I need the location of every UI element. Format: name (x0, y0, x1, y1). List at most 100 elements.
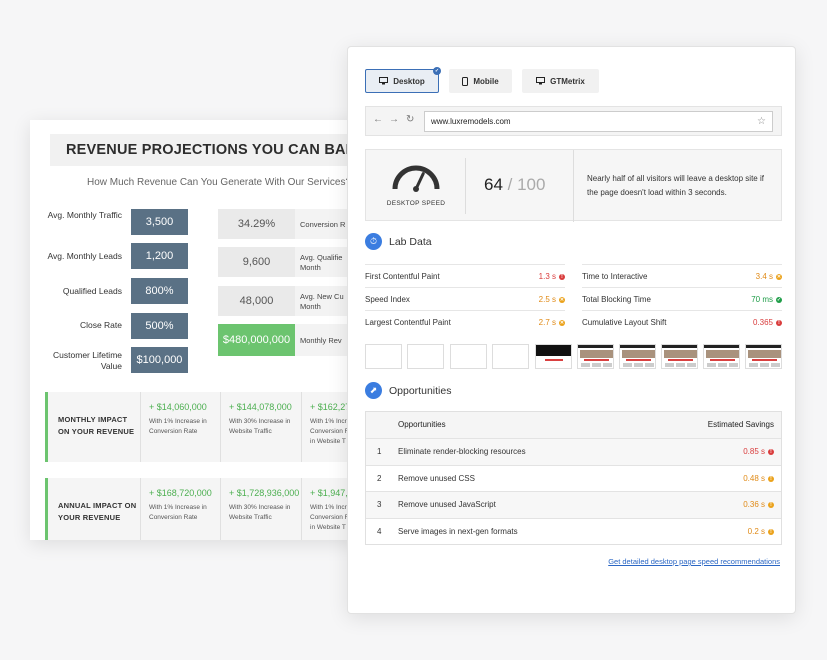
page-speed-card: Desktop ✓ Mobile GTMetrix ← → ↻ www.luxr… (347, 46, 796, 614)
recommendations-link[interactable]: Get detailed desktop page speed recommen… (608, 557, 780, 566)
monitor-icon (379, 77, 389, 85)
tab-mobile[interactable]: Mobile (449, 69, 512, 93)
monthly-impact-title: MONTHLY IMPACT ON YOUR REVENUE (58, 415, 135, 436)
status-orange-icon: ! (768, 528, 774, 535)
impact-desc: Conversion Rate (149, 428, 198, 435)
tab-label: GTMetrix (550, 76, 585, 86)
input-ltv[interactable]: $100,000 (131, 347, 188, 373)
table-row[interactable]: 2 Remove unused CSS 0.48 s! (366, 464, 781, 492)
status-orange-icon: ! (768, 502, 774, 508)
impact-amount: + $144,078,000 (229, 402, 292, 412)
status-red-icon: ! (768, 449, 774, 455)
impact-desc: Conversion Rate (149, 514, 198, 521)
score-number: 64 (484, 175, 503, 194)
filmstrip-frame (661, 344, 698, 369)
metric-row: Speed Index 2.5 s ✕ (365, 287, 565, 310)
url-input[interactable]: www.luxremodels.com ☆ (424, 111, 773, 132)
metric-label: Largest Contentful Paint (365, 318, 451, 327)
saving-text: 0.48 s (743, 473, 765, 483)
status-orange-icon: ✕ (559, 296, 565, 303)
metric-row: Total Blocking Time 70 ms ✓ (582, 287, 782, 310)
row-number: 4 (377, 526, 382, 536)
url-text: www.luxremodels.com (431, 117, 511, 126)
metric-row: Largest Contentful Paint 2.7 s ✕ (365, 310, 565, 333)
forward-arrow-icon[interactable]: → (389, 114, 399, 125)
row-number: 2 (377, 473, 382, 483)
row-label: Remove unused JavaScript (398, 500, 496, 509)
opportunity-icon: ⬈ (365, 382, 382, 399)
tab-label: Desktop (393, 76, 425, 86)
saving-text: 0.2 s (747, 526, 765, 536)
check-icon: ✓ (433, 67, 441, 75)
metric-value-text: 3.4 s (755, 272, 773, 281)
score-panel: DESKTOP SPEED 64 / 100 Nearly half of al… (365, 149, 782, 222)
tab-gtmetrix[interactable]: GTMetrix (522, 69, 599, 93)
score-message: Nearly half of all visitors will leave a… (587, 174, 764, 197)
tab-label: Mobile (473, 76, 499, 86)
monthly-impact-col: + $14,060,000 With 1% Increase in Conver… (140, 392, 222, 462)
back-arrow-icon[interactable]: ← (373, 114, 383, 125)
gauge-label: DESKTOP SPEED (386, 200, 446, 207)
status-orange-icon: ✕ (559, 319, 565, 326)
metric-label: Cumulative Layout Shift (582, 318, 667, 327)
table-row[interactable]: 1 Eliminate render-blocking resources 0.85… (366, 438, 781, 465)
input-qualified[interactable]: 800% (131, 278, 188, 304)
score-value: 64 / 100 (484, 175, 545, 195)
metric-value: 3.4 s ✕ (756, 265, 782, 288)
monitor-icon (536, 77, 546, 85)
filmstrip-frame (450, 344, 487, 369)
table-row[interactable]: 3 Remove unused JavaScript 0.36 s! (366, 491, 781, 518)
impact-desc: With 30% Increase in (229, 504, 291, 511)
input-label-ltv: Customer Lifetime Value (53, 350, 122, 371)
input-label-qualified: Qualified Leads (62, 286, 122, 296)
stopwatch-icon: ⏱ (365, 233, 382, 250)
impact-desc: With 1% Increase in (149, 418, 207, 425)
opportunities-table: Opportunities Estimated Savings 1 Elimina… (365, 411, 782, 545)
impact-desc: With 1% Increase in (149, 504, 207, 511)
output-conversion: 34.29% (218, 209, 295, 239)
metric-value: 1.3 s! (539, 265, 565, 288)
metric-value: 2.7 s ✕ (539, 311, 565, 334)
input-label-close-rate: Close Rate (79, 320, 122, 330)
table-row[interactable]: 4 Serve images in next-gen formats 0.2 s! (366, 517, 781, 545)
star-icon[interactable]: ☆ (757, 112, 766, 131)
monthly-impact-panel: MONTHLY IMPACT ON YOUR REVENUE + $14,060… (45, 392, 360, 462)
output-new-customers: 48,000 (218, 286, 295, 316)
revenue-card: REVENUE PROJECTIONS YOU CAN BANK O How M… (30, 120, 360, 540)
input-traffic[interactable]: 3,500 (131, 209, 188, 235)
row-saving: 0.85 s! (743, 439, 774, 465)
row-label: Eliminate render-blocking resources (398, 447, 526, 456)
phone-icon (462, 76, 469, 86)
metric-value: 0.365! (753, 311, 782, 334)
filmstrip-frame (703, 344, 740, 369)
tab-desktop[interactable]: Desktop ✓ (365, 67, 441, 93)
metric-value-text: 1.3 s (538, 272, 556, 281)
input-label-traffic: Avg. Monthly Traffic (47, 210, 122, 220)
lab-data-title: Lab Data (389, 235, 432, 248)
annual-impact-col: + $168,720,000 With 1% Increase in Conve… (140, 478, 222, 540)
metric-row: First Contentful Paint 1.3 s! (365, 264, 565, 287)
annual-impact-title: ANNUAL IMPACT ON YOUR REVENUE (58, 501, 137, 522)
revenue-title: REVENUE PROJECTIONS YOU CAN BANK O (50, 134, 360, 166)
opportunities-title: Opportunities (389, 384, 452, 397)
impact-amount: + $1,728,936,000 (229, 488, 300, 498)
filmstrip-frame (535, 344, 572, 369)
output-qualified: 9,600 (218, 247, 295, 277)
filmstrip-frame (365, 344, 402, 369)
input-leads[interactable]: 1,200 (131, 243, 188, 269)
metric-value-text: 2.7 s (538, 318, 556, 327)
revenue-subtitle: How Much Revenue Can You Generate With O… (87, 177, 352, 188)
output-monthly-revenue: $480,000,000 (218, 324, 295, 356)
row-number: 3 (377, 500, 382, 509)
status-red-icon: ! (776, 319, 782, 326)
metric-row: Cumulative Layout Shift 0.365! (582, 310, 782, 333)
annual-impact-panel: ANNUAL IMPACT ON YOUR REVENUE + $168,720… (45, 478, 360, 540)
refresh-icon[interactable]: ↻ (406, 114, 414, 125)
input-close-rate[interactable]: 500% (131, 313, 188, 339)
annual-impact-col: + $1,728,936,000 With 30% Increase in We… (220, 478, 302, 540)
score-max: / 100 (507, 175, 546, 194)
opportunities-heading: ⬈ Opportunities (365, 382, 451, 399)
speedometer-icon (392, 165, 440, 192)
filmstrip-frame (619, 344, 656, 369)
filmstrip-frame (745, 344, 782, 369)
